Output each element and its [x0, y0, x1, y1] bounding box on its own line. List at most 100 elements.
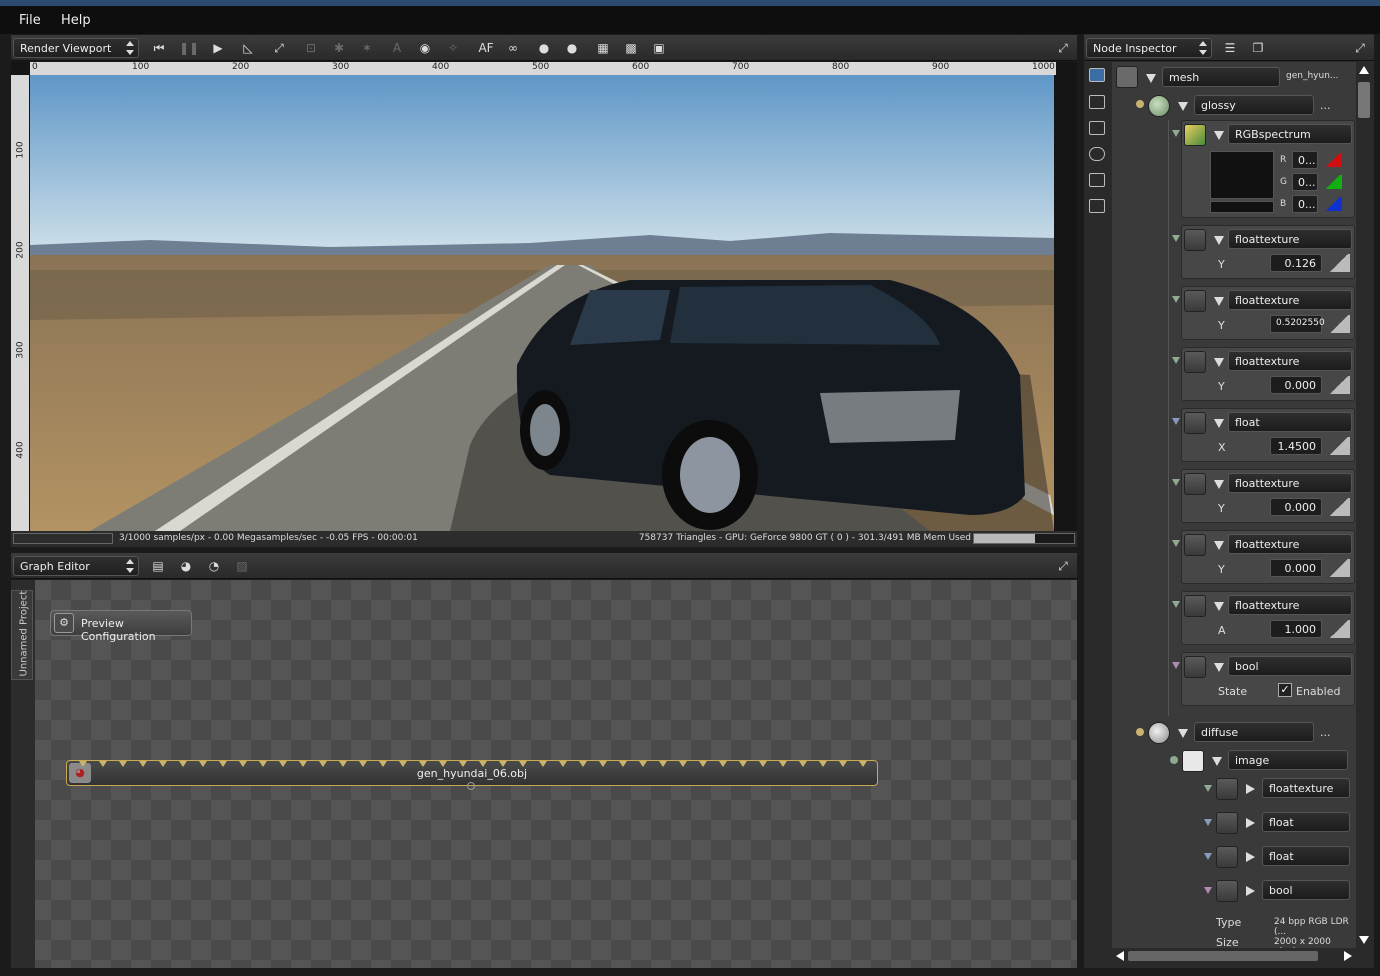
project-tab[interactable]: Unnamed Project — [11, 590, 33, 680]
param-type-select[interactable]: floattexture — [1228, 473, 1352, 493]
expand-icon[interactable] — [1214, 419, 1224, 428]
scroll-right-icon[interactable] — [1344, 951, 1352, 961]
mesh-node-output-pin[interactable] — [467, 782, 475, 790]
expand-icon[interactable] — [1214, 602, 1224, 611]
collapse-all-icon[interactable]: ☰ — [1220, 38, 1240, 58]
maximize-icon[interactable]: ⤢ — [1053, 38, 1073, 58]
scroll-thumb[interactable] — [1358, 82, 1370, 118]
slider-icon[interactable] — [1328, 254, 1350, 272]
preview-configuration-node[interactable]: ⚙ Preview Configuration — [50, 610, 192, 643]
color-preview[interactable] — [1210, 151, 1274, 199]
material-pick-icon[interactable]: ✱ — [329, 38, 349, 58]
maximize-icon[interactable]: ⤢ — [1350, 38, 1370, 58]
sphere-alt-icon[interactable]: ● — [562, 38, 582, 58]
expand-icon[interactable] — [1214, 131, 1224, 140]
af-pick-icon[interactable]: A — [387, 38, 407, 58]
expand-icon[interactable] — [1214, 480, 1224, 489]
collapse-icon[interactable] — [1246, 886, 1255, 896]
pause-icon[interactable]: ❚❚ — [179, 38, 199, 58]
image-type-select[interactable]: image — [1228, 750, 1348, 770]
camera-node-icon[interactable]: ◔ — [204, 556, 224, 576]
r-value-field[interactable]: 0... — [1292, 151, 1318, 169]
green-slider-icon[interactable] — [1324, 175, 1342, 189]
collapse-icon[interactable] — [1246, 818, 1255, 828]
scroll-left-icon[interactable] — [1116, 951, 1124, 961]
red-slider-icon[interactable] — [1324, 153, 1342, 167]
collapse-icon[interactable] — [1246, 784, 1255, 794]
expand-icon[interactable] — [1146, 74, 1156, 83]
checker-icon[interactable]: ▩ — [621, 38, 641, 58]
blue-slider-icon[interactable] — [1324, 197, 1342, 211]
mesh-node[interactable]: ◕ gen_hyundai_06.obj — [66, 759, 878, 790]
texture-grid-icon[interactable] — [1089, 199, 1105, 213]
expand-icon[interactable] — [1214, 236, 1224, 245]
param-value-field[interactable]: 0.000 — [1270, 376, 1322, 394]
param-value-field[interactable]: 0.5202550 — [1270, 315, 1325, 333]
slider-icon[interactable] — [1328, 315, 1350, 333]
new-node-icon[interactable]: ▤ — [148, 556, 168, 576]
param-value-field[interactable]: 1.000 — [1270, 620, 1322, 638]
diffuse-type-select[interactable]: diffuse — [1194, 722, 1314, 742]
graph-mode-select[interactable]: Graph Editor — [13, 556, 139, 576]
param-value-field[interactable]: 0.000 — [1270, 559, 1322, 577]
sphere-icon[interactable]: ● — [534, 38, 554, 58]
child-type-select[interactable]: float — [1262, 812, 1350, 832]
param-value-field[interactable]: 0.126 — [1270, 254, 1322, 272]
child-type-select[interactable]: float — [1262, 846, 1350, 866]
maximize-icon[interactable]: ⤢ — [1053, 556, 1073, 576]
b-value-field[interactable]: 0... — [1292, 195, 1318, 213]
inspector-horizontal-scrollbar[interactable] — [1112, 948, 1356, 964]
camera-icon[interactable] — [1089, 95, 1105, 109]
white-point-icon[interactable]: ✧ — [443, 38, 463, 58]
copy-icon[interactable]: ❐ — [1248, 38, 1268, 58]
param-type-select[interactable]: floattexture — [1228, 229, 1352, 249]
inspector-mode-select[interactable]: Node Inspector — [1086, 38, 1212, 58]
param-type-select[interactable]: floattexture — [1228, 534, 1352, 554]
param-value-field[interactable]: 1.4500 — [1270, 437, 1322, 455]
picture-icon[interactable] — [1089, 173, 1105, 187]
expand-icon[interactable] — [1214, 297, 1224, 306]
measure-icon[interactable]: ◺ — [238, 38, 258, 58]
material-type-select[interactable]: glossy — [1194, 95, 1314, 115]
film-icon[interactable] — [1089, 121, 1105, 135]
expand-icon[interactable] — [1178, 729, 1188, 738]
rgb-type-select[interactable]: RGBspectrum — [1228, 124, 1352, 144]
slider-icon[interactable] — [1328, 376, 1350, 394]
viewport-mode-select[interactable]: Render Viewport — [13, 38, 139, 58]
slider-icon[interactable] — [1328, 498, 1350, 516]
menu-help[interactable]: Help — [61, 13, 91, 28]
scroll-down-icon[interactable] — [1359, 936, 1369, 944]
param-value-field[interactable]: 0.000 — [1270, 498, 1322, 516]
expand-icon[interactable] — [1214, 358, 1224, 367]
environment-icon[interactable] — [1089, 147, 1105, 161]
expand-icon[interactable] — [1212, 757, 1222, 766]
camera-target-icon[interactable]: ◉ — [415, 38, 435, 58]
image-icon[interactable] — [1089, 68, 1105, 82]
child-type-select[interactable]: floattexture — [1262, 778, 1350, 798]
glasses-icon[interactable]: ∞ — [503, 38, 523, 58]
param-type-select[interactable]: floattexture — [1228, 595, 1352, 615]
focus-pick-icon[interactable]: ⊡ — [301, 38, 321, 58]
enabled-checkbox[interactable]: ✓ — [1278, 683, 1292, 697]
skip-back-icon[interactable]: ⏮ — [149, 38, 169, 58]
expand-icon[interactable] — [1214, 663, 1224, 672]
tiles-icon[interactable]: ▣ — [649, 38, 669, 58]
texture-node-icon[interactable]: ▨ — [232, 556, 252, 576]
scroll-thumb[interactable] — [1128, 951, 1318, 961]
play-icon[interactable]: ▶ — [208, 38, 228, 58]
diffuse-more-button[interactable]: ... — [1320, 726, 1331, 739]
object-pick-icon[interactable]: ✶ — [357, 38, 377, 58]
inspector-vertical-scrollbar[interactable] — [1356, 62, 1372, 948]
slider-icon[interactable] — [1328, 559, 1350, 577]
grid-icon[interactable]: ▦ — [593, 38, 613, 58]
autofocus-button[interactable]: AF — [476, 38, 496, 58]
param-type-select[interactable]: float — [1228, 412, 1352, 432]
slider-icon[interactable] — [1328, 620, 1350, 638]
param-type-select[interactable]: bool — [1228, 656, 1352, 676]
mesh-node-icon[interactable]: ◕ — [176, 556, 196, 576]
scroll-up-icon[interactable] — [1359, 66, 1369, 74]
mesh-node-input-pins[interactable] — [79, 759, 867, 767]
param-type-select[interactable]: floattexture — [1228, 351, 1352, 371]
g-value-field[interactable]: 0... — [1292, 173, 1318, 191]
expand-icon[interactable] — [1178, 102, 1188, 111]
